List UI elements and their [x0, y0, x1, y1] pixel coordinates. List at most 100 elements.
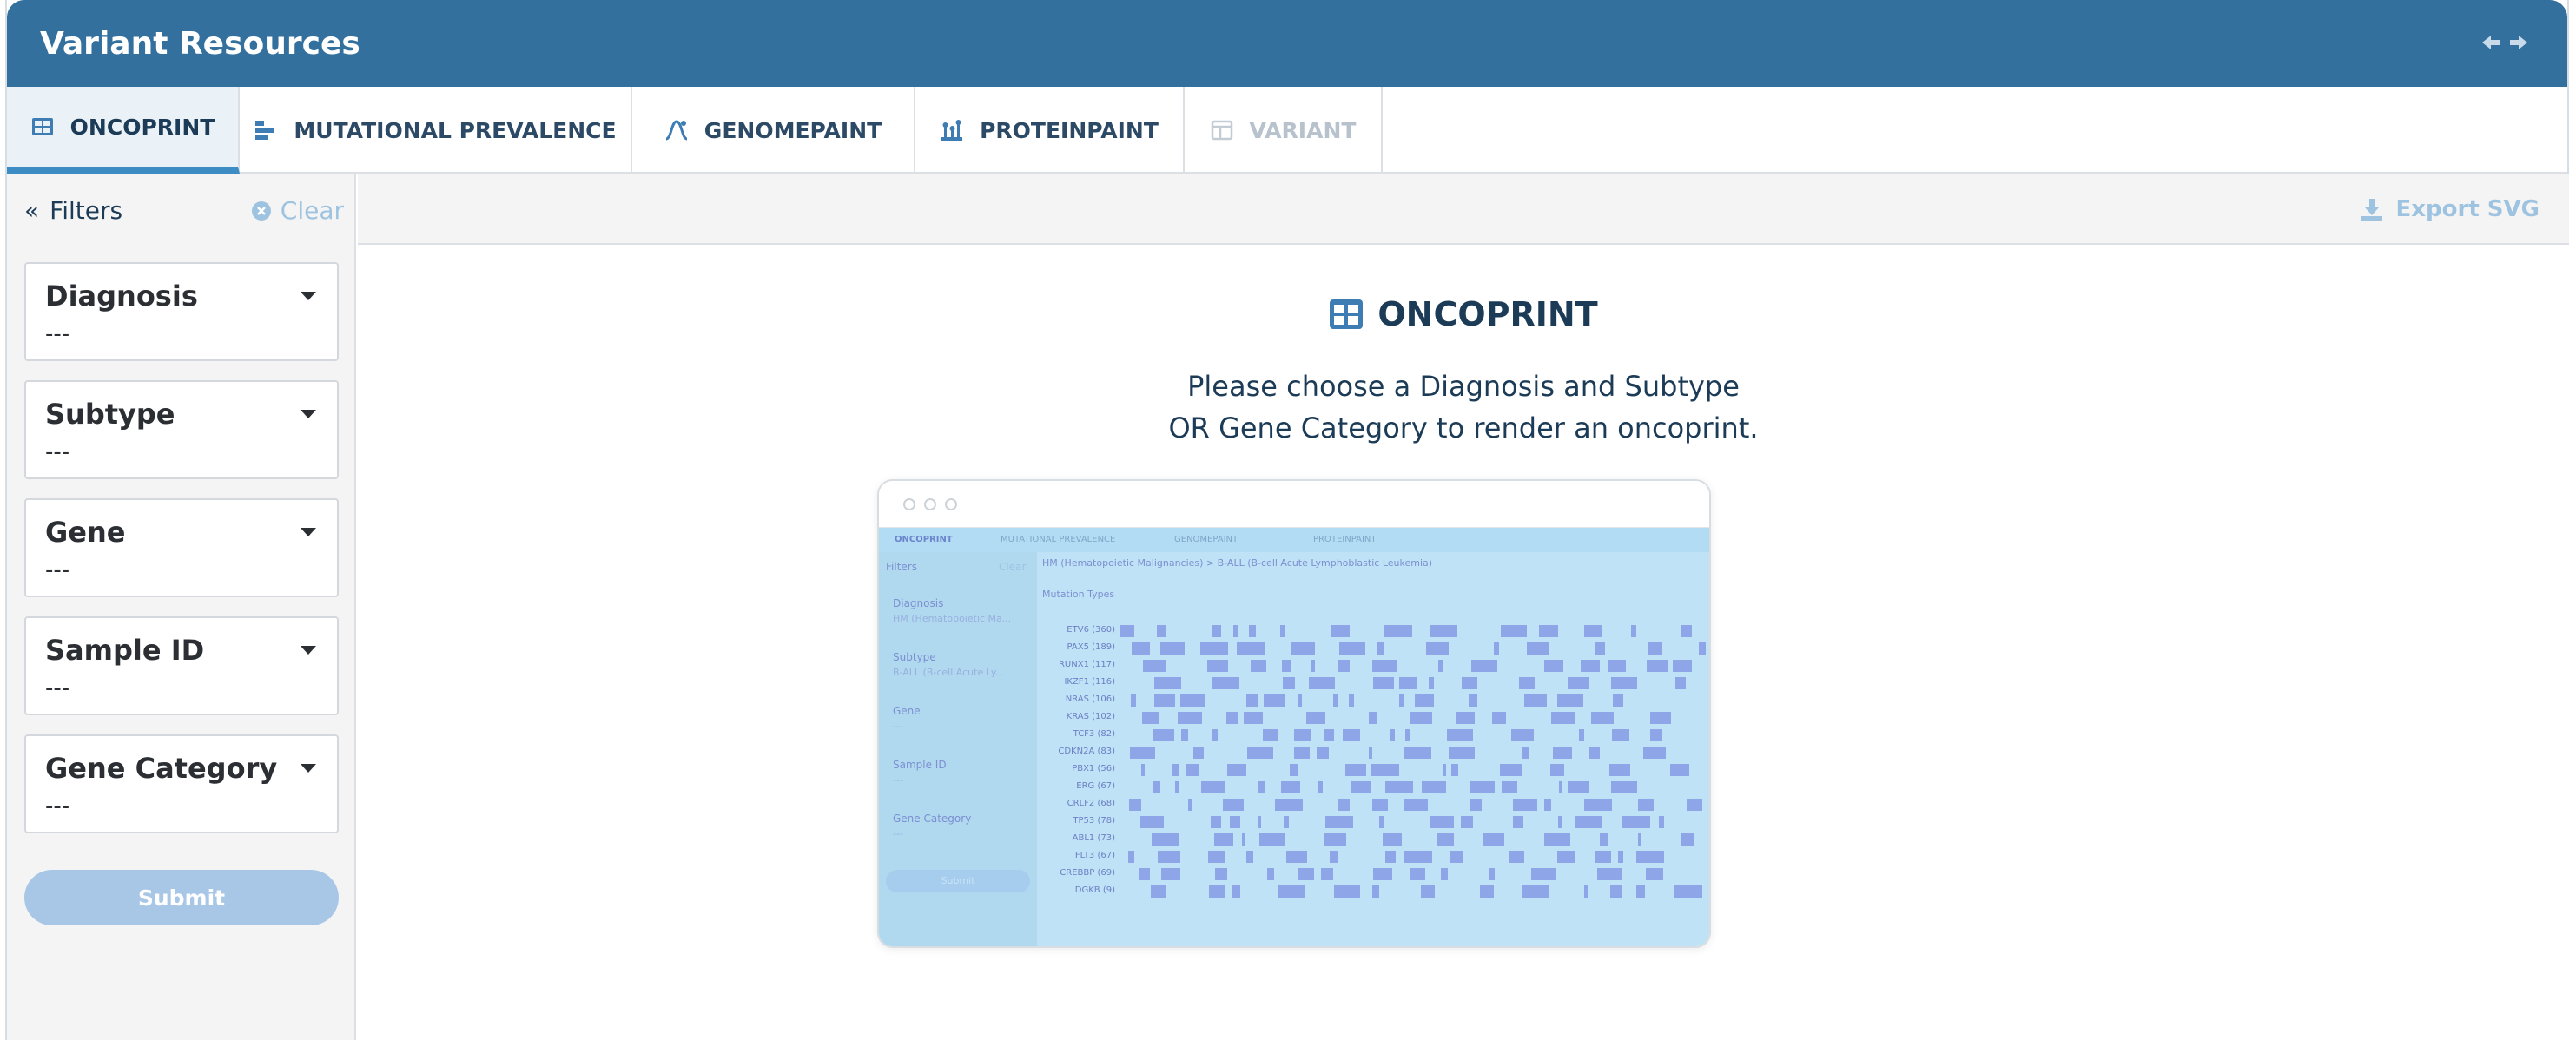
preview-gene-row: DGKB (9)	[1037, 885, 1115, 899]
preview-gene-label: IKZF1 (116)	[1064, 677, 1115, 687]
caret-down-icon	[301, 646, 316, 655]
preview-mutation-bar	[1595, 851, 1611, 863]
preview-mutation-bar	[1349, 694, 1354, 707]
preview-mutation-bar	[1492, 712, 1506, 724]
preview-mutation-bar	[1437, 833, 1454, 846]
expand-arrows-icon[interactable]	[2479, 30, 2531, 56]
preview-mutation-bar	[1527, 642, 1549, 655]
preview-mutation-bar	[1283, 677, 1295, 689]
preview-mutation-bar	[1226, 712, 1238, 724]
preview-mutation-bar	[1294, 747, 1310, 759]
preview-tab: MUTATIONAL PREVALENCE	[1001, 535, 1116, 544]
tab-label: MUTATIONAL PREVALENCE	[294, 117, 617, 143]
caret-down-icon	[301, 292, 316, 300]
preview-filter-label: Gene Category	[893, 813, 972, 825]
preview-gene-row: ABL1 (73)	[1037, 833, 1115, 847]
preview-mutation-bar	[1584, 885, 1588, 898]
preview-mutation-bar	[1212, 625, 1221, 637]
preview-mutation-bar	[1575, 816, 1602, 828]
preview-mutation-bar	[1275, 799, 1303, 811]
tab-proteinpaint[interactable]: PROTEINPAINT	[915, 87, 1185, 174]
preview-mutation-bar	[1230, 816, 1240, 828]
preview-mutation-bar	[1581, 660, 1600, 672]
preview-mutation-bar	[1513, 816, 1523, 828]
preview-mutation-bar	[1128, 851, 1134, 863]
preview-mutation-bar	[1223, 799, 1244, 811]
preview-mutation-bar	[1509, 851, 1524, 863]
preview-mutation-bar	[1611, 677, 1637, 689]
preview-mutation-bar	[1212, 677, 1239, 689]
export-label: Export SVG	[2395, 196, 2540, 222]
filter-label: Subtype	[45, 398, 175, 431]
preview-mutation-bar	[1373, 868, 1392, 880]
preview-mutation-bar	[1214, 833, 1233, 846]
preview-mutation-bar	[1600, 833, 1608, 846]
filter-label: Sample ID	[45, 634, 205, 667]
preview-oncoprint: HM (Hematopoietic Malignancies) > B-ALL …	[1037, 552, 1709, 946]
preview-gene-label: RUNX1 (117)	[1058, 660, 1115, 669]
preview-mutation-bar	[1539, 625, 1558, 637]
preview-mutation-bar	[1246, 851, 1253, 863]
clear-circle-icon	[251, 201, 271, 221]
sample-id-select[interactable]: Sample ID ---	[24, 616, 339, 715]
preview-mutation-bar	[1201, 781, 1225, 793]
preview-mutation-bar	[1501, 625, 1527, 637]
preview-gene-label: CDKN2A (83)	[1058, 747, 1115, 756]
preview-mutation-bar	[1502, 781, 1517, 793]
preview-mutation-bar	[1291, 642, 1315, 655]
preview-mutation-bar	[1550, 764, 1564, 776]
preview-mutation-bar	[1160, 642, 1185, 655]
preview-mutation-types-label: Mutation Types	[1042, 589, 1115, 600]
preview-mutation-bar	[1321, 868, 1333, 880]
preview-mutation-bar	[1379, 816, 1384, 828]
preview-mutation-bar	[1298, 694, 1302, 707]
preview-gene-label: ERG (67)	[1076, 781, 1115, 791]
filter-label: Gene Category	[45, 752, 278, 785]
preview-mutation-bar	[1153, 729, 1174, 741]
preview-gene-label: CRLF2 (68)	[1067, 799, 1115, 808]
preview-gene-label: TP53 (78)	[1073, 816, 1115, 826]
preview-gene-label: PBX1 (56)	[1072, 764, 1115, 773]
preview-gene-label: KRAS (102)	[1066, 712, 1115, 721]
preview-gene-row: CDKN2A (83)	[1037, 747, 1115, 760]
preview-filters-label: Filters	[886, 561, 917, 573]
preview-mutation-bar	[1470, 781, 1495, 793]
tab-oncoprint[interactable]: ONCOPRINT	[7, 87, 240, 174]
preview-mutation-bar	[1258, 816, 1261, 828]
preview-mutation-bar	[1369, 747, 1372, 759]
preview-mutation-bar	[1500, 764, 1522, 776]
preview-body: ONCOPRINT MUTATIONAL PREVALENCE GENOMEPA…	[879, 528, 1709, 946]
oncoprint-heading: ONCOPRINT	[358, 295, 2569, 333]
export-svg-button[interactable]: Export SVG	[2360, 196, 2540, 222]
diagnosis-select[interactable]: Diagnosis ---	[24, 262, 339, 361]
preview-mutation-bar	[1608, 660, 1626, 672]
preview-gene-label: TCF3 (82)	[1073, 729, 1115, 739]
preview-mutation-bar	[1232, 885, 1240, 898]
clear-button[interactable]: Clear	[251, 196, 344, 225]
preview-mutation-bar	[1140, 816, 1164, 828]
preview-mutation-bar	[1345, 764, 1366, 776]
gene-select[interactable]: Gene ---	[24, 498, 339, 597]
preview-mutation-bar	[1158, 851, 1180, 863]
subtype-select[interactable]: Subtype ---	[24, 380, 339, 479]
tab-label: GENOMEPAINT	[703, 117, 882, 143]
preview-mutation-bar	[1309, 677, 1335, 689]
preview-gene-label: FLT3 (67)	[1074, 851, 1115, 860]
collapse-filters-button[interactable]: « Filters	[24, 196, 122, 225]
preview-mutation-bar	[1298, 868, 1314, 880]
preview-mutation-bar	[1648, 642, 1662, 655]
preview-mutation-bar	[1426, 642, 1449, 655]
preview-mutation-bar	[1383, 833, 1402, 846]
tab-genomepaint[interactable]: GENOMEPAINT	[632, 87, 915, 174]
tab-mutational-prevalence[interactable]: MUTATIONAL PREVALENCE	[240, 87, 632, 174]
preview-mutation-bar	[1278, 885, 1305, 898]
preview-mutation-bar	[1415, 694, 1434, 707]
preview-mutation-bar	[1410, 868, 1425, 880]
preview-mutation-bar	[1557, 851, 1575, 863]
preview-mutation-bar	[1551, 712, 1575, 724]
preview-mutation-bar	[1441, 868, 1448, 880]
submit-button[interactable]: Submit	[24, 870, 339, 925]
preview-mutation-bar	[1306, 712, 1325, 724]
gene-category-select[interactable]: Gene Category ---	[24, 734, 339, 833]
preview-mutation-bar	[1650, 729, 1662, 741]
